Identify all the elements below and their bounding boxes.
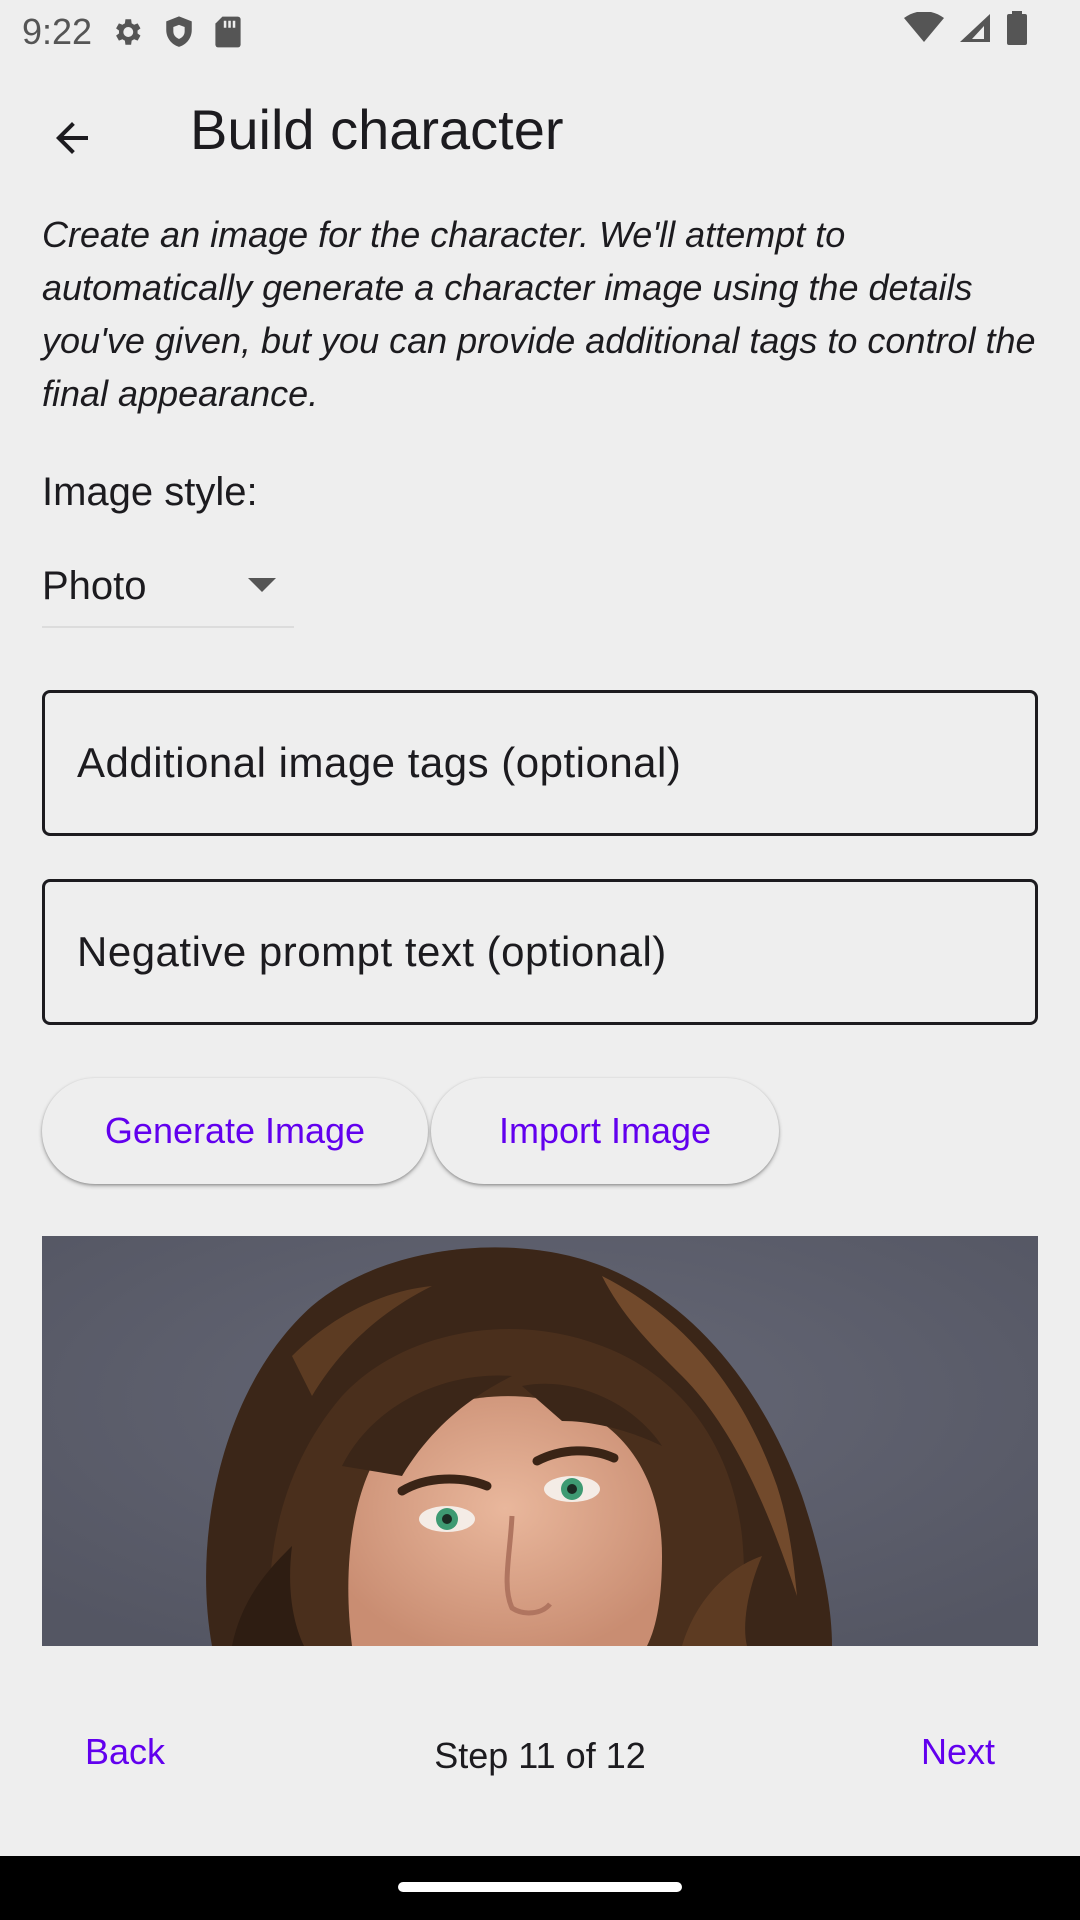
page-title: Build character bbox=[190, 98, 564, 161]
system-gesture-bar bbox=[0, 1856, 1080, 1920]
character-image bbox=[42, 1236, 1038, 1646]
image-style-value: Photo bbox=[42, 564, 147, 608]
app-bar: Build character bbox=[0, 64, 1080, 208]
bottom-navigation: Back Step 11 of 12 Next bbox=[0, 1700, 1080, 1804]
image-style-dropdown[interactable]: Photo bbox=[42, 552, 294, 628]
import-image-button[interactable]: Import Image bbox=[431, 1078, 779, 1184]
signal-icon bbox=[958, 11, 992, 53]
image-style-label: Image style: bbox=[42, 470, 258, 514]
dropdown-caret-icon bbox=[248, 578, 276, 599]
shield-icon bbox=[164, 15, 194, 49]
home-handle[interactable] bbox=[398, 1882, 682, 1892]
wifi-icon bbox=[904, 11, 944, 53]
battery-icon bbox=[1006, 10, 1028, 54]
gear-icon bbox=[110, 15, 144, 49]
negative-prompt-field[interactable]: Negative prompt text (optional) bbox=[42, 879, 1038, 1025]
additional-tags-field[interactable]: Additional image tags (optional) bbox=[42, 690, 1038, 836]
generate-image-button[interactable]: Generate Image bbox=[42, 1078, 428, 1184]
status-bar: 9:22 bbox=[0, 0, 1080, 64]
sd-card-icon bbox=[214, 15, 242, 49]
status-time: 9:22 bbox=[22, 11, 93, 52]
negative-prompt-placeholder: Negative prompt text (optional) bbox=[77, 928, 667, 975]
additional-tags-placeholder: Additional image tags (optional) bbox=[77, 739, 682, 786]
next-button[interactable]: Next bbox=[899, 1718, 1017, 1786]
description-text: Create an image for the character. We'll… bbox=[42, 214, 1036, 414]
arrow-back-icon[interactable] bbox=[40, 106, 104, 170]
